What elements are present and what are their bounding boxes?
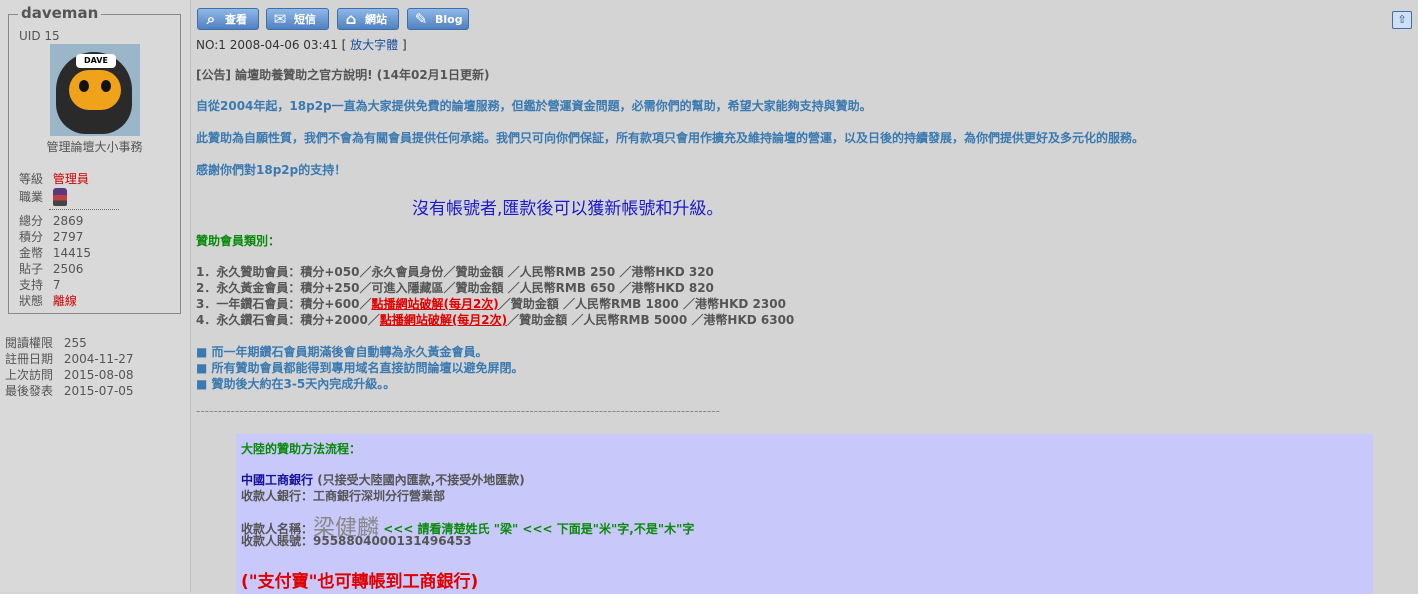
tier-2: 2．永久黃金會員：積分+250／可進入隱藏區／贊助金額 ／人民幣RMB 650 … [196,281,714,295]
tier-4: 4．永久鑽石會員：積分+2000／點播網站破解(每月2次)／贊助金額 ／人民幣R… [196,313,795,327]
user-sidebar: daveman UID 15 DAVE 管理論壇大小事務 等級 管理員 職業 總… [0,0,191,592]
post-heading: [公告] 論壇助養贊助之官方說明! (14年02月1日更新) [196,68,490,82]
post-number: NO:1 [196,38,226,52]
vod-crack-link[interactable]: 點播網站破解(每月2次) [371,297,498,311]
stat-level: 等級 管理員 [19,172,89,186]
stat-coins: 金幣 14415 [19,246,92,260]
stat-support: 支持 7 [19,278,61,292]
message-icon: ✉ [273,10,287,28]
avatar-caption: DAVE [76,54,116,68]
info-read-permission: 閱讀權限 255 [5,336,87,350]
stat-points: 積分 2797 [19,230,84,244]
search-icon: ⌕ [206,10,216,28]
user-title: 管理論壇大小事務 [46,140,143,154]
bank-name: 中國工商銀行 [241,473,314,487]
job-icon [52,188,67,206]
view-profile-button[interactable]: ⌕ 查看 [197,8,259,30]
post-paragraph-3: 感謝你們對18p2p的支持！ [196,163,347,177]
receiving-bank: 收款人銀行：工商銀行深圳分行營業部 [241,489,446,503]
post-meta: NO:1 2008-04-06 03:41 [ 放大字體 ] [196,38,407,52]
bank-name-line: 中國工商銀行 (只接受大陸國內匯款,不接受外地匯款) [241,473,525,487]
vod-crack-link[interactable]: 點播網站破解(每月2次) [380,313,507,327]
pencil-icon: ✎ [414,10,428,28]
post-paragraph-2: 此贊助為自願性質，我們不會為有關會員提供任何承諾。我們只可向你們保証，所有款項只… [196,131,1145,145]
stat-divider [49,209,119,210]
account-number: 收款人賬號：9558804000131496453 [241,534,472,548]
tier-3: 3．一年鑽石會員：積分+600／點播網站破解(每月2次)／贊助金額 ／人民幣RM… [196,297,786,311]
dashed-divider: ----------------------------------------… [196,404,720,418]
enlarge-font-link[interactable]: 放大字體 [350,38,398,52]
note-1: ■ 而一年期鑽石會員期滿後會自動轉為永久黃金會員。 [196,345,488,359]
stat-posts: 貼子 2506 [19,262,84,276]
stat-total: 總分 2869 [19,214,84,228]
post-datetime: 2008-04-06 03:41 [229,38,338,52]
stat-status: 狀態 離線 [19,294,77,308]
alipay-note: ("支付寶"也可轉帳到工商銀行) [241,572,479,592]
account-notice: 沒有帳號者,匯款後可以獲新帳號和升級。 [412,199,724,219]
tier-1: 1．永久贊助會員：積分+050／永久會員身份／贊助金額 ／人民幣RMB 250 … [196,265,714,279]
info-last-post: 最後發表 2015-07-05 [5,384,134,398]
blog-button[interactable]: ✎ Blog [407,8,469,30]
bank-section-title: 大陸的贊助方法流程： [241,442,362,456]
info-register-date: 註冊日期 2004-11-27 [5,352,134,366]
post-paragraph-1: 自從2004年起，18p2p一直為大家提供免費的論壇服務，但鑑於營運資金問題，必… [196,99,872,113]
home-icon: ⌂ [345,10,357,28]
stat-job: 職業 [19,188,67,206]
user-id: UID 15 [19,29,60,43]
back-to-top-button[interactable]: ⇧ [1392,11,1412,29]
note-2: ■ 所有贊助會員都能得到專用域名直接訪問論壇以避免屏閉。 [196,361,524,375]
info-last-visit: 上次訪問 2015-08-08 [5,368,134,382]
avatar: DAVE [50,44,140,136]
arrow-up-icon: ⇧ [1397,13,1407,26]
send-message-button[interactable]: ✉ 短信 [266,8,329,30]
sponsor-category-title: 贊助會員類別： [196,234,281,248]
note-3: ■ 贊助後大約在3-5天內完成升級。。 [196,377,396,391]
website-button[interactable]: ⌂ 網站 [337,8,399,30]
username[interactable]: daveman [18,4,102,22]
post-area: ⌕ 查看 ✉ 短信 ⌂ 網站 ✎ Blog ⇧ NO:1 2008-04-06 03:4… [191,0,1418,594]
